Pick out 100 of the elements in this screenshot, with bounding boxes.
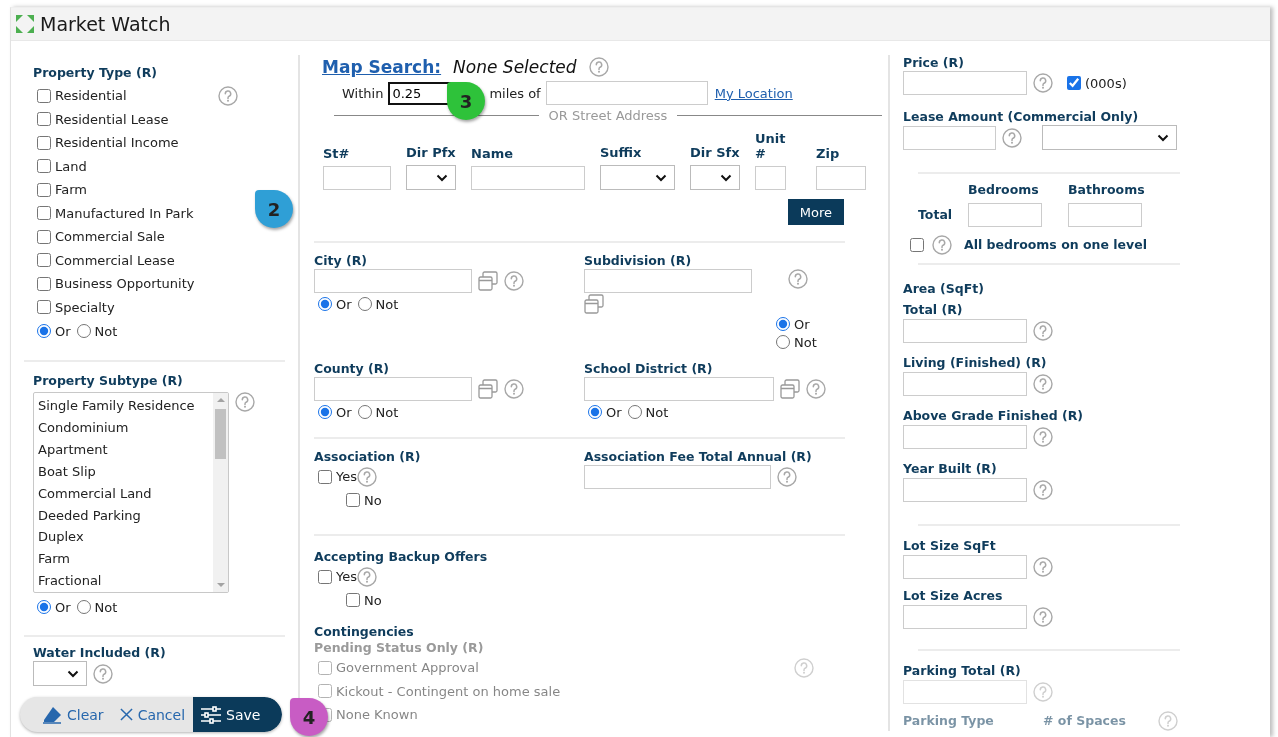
text-field[interactable] xyxy=(903,478,1027,502)
map-search-link[interactable]: Map Search: xyxy=(322,57,442,77)
radio-button[interactable] xyxy=(627,405,642,419)
help-icon[interactable] xyxy=(1033,374,1053,394)
checkbox[interactable] xyxy=(318,569,332,584)
list-item[interactable]: Single Family Residence xyxy=(34,395,213,417)
checkbox[interactable] xyxy=(318,469,332,484)
checkbox[interactable] xyxy=(37,206,51,221)
text-field[interactable] xyxy=(323,166,391,190)
checkbox[interactable] xyxy=(910,238,924,252)
checkbox[interactable] xyxy=(37,276,51,291)
dropdown[interactable] xyxy=(690,165,740,190)
save-button[interactable]: Save xyxy=(193,697,283,732)
checkbox[interactable] xyxy=(346,493,360,508)
help-icon[interactable] xyxy=(1033,557,1053,577)
radio-button[interactable] xyxy=(776,317,790,331)
checkbox[interactable] xyxy=(346,593,360,608)
text-field[interactable] xyxy=(584,465,771,489)
text-field[interactable] xyxy=(545,81,708,105)
help-icon[interactable] xyxy=(93,663,113,684)
help-icon[interactable] xyxy=(1158,711,1178,731)
text-field[interactable] xyxy=(314,269,472,293)
field-label: Unit # xyxy=(755,131,786,161)
checkbox[interactable] xyxy=(37,135,51,150)
list-item[interactable]: Duplex xyxy=(34,526,213,549)
help-icon[interactable] xyxy=(1033,480,1053,500)
radio-button[interactable] xyxy=(588,405,602,419)
help-icon[interactable] xyxy=(794,657,814,678)
help-icon[interactable] xyxy=(218,85,238,106)
field-label: Price (R) xyxy=(903,55,965,71)
help-icon[interactable] xyxy=(357,566,377,587)
dropdown[interactable] xyxy=(406,165,456,190)
radio-button[interactable] xyxy=(76,600,91,614)
help-icon[interactable] xyxy=(806,379,826,399)
help-icon[interactable] xyxy=(357,466,377,487)
text-field[interactable] xyxy=(903,319,1027,343)
help-icon[interactable] xyxy=(588,57,609,77)
help-icon[interactable] xyxy=(777,467,797,487)
checkbox[interactable] xyxy=(37,112,51,127)
clear-button[interactable]: Clear xyxy=(20,697,112,732)
text-field[interactable] xyxy=(903,71,1027,95)
text-field[interactable] xyxy=(584,377,774,401)
checkbox[interactable] xyxy=(318,660,332,675)
text-field[interactable] xyxy=(903,425,1027,449)
help-icon[interactable] xyxy=(1033,427,1053,447)
help-icon[interactable] xyxy=(235,392,255,412)
radio-button[interactable] xyxy=(37,324,51,338)
lookup-icon[interactable] xyxy=(780,379,800,399)
list-box[interactable]: Single Family Residence Condominium Apartment Boat Slip Commercial Land Deeded Parking Duplex Farm Fractional xyxy=(33,392,229,593)
list-item[interactable]: Farm xyxy=(34,548,213,571)
field-label: Association Fee Total Annual (R) xyxy=(584,449,813,465)
radio-button[interactable] xyxy=(37,600,51,614)
text-field[interactable] xyxy=(903,125,996,150)
text-field[interactable] xyxy=(584,269,752,293)
checkbox[interactable] xyxy=(37,253,51,268)
radio-button[interactable] xyxy=(357,297,372,311)
text-field[interactable] xyxy=(903,555,1027,579)
checkbox[interactable] xyxy=(1067,76,1081,90)
help-icon[interactable] xyxy=(932,235,952,255)
text-field[interactable] xyxy=(471,166,585,190)
text-field[interactable] xyxy=(903,680,1027,704)
text-field[interactable] xyxy=(314,377,472,401)
list-item[interactable]: Apartment xyxy=(34,438,213,461)
radio-button[interactable] xyxy=(318,405,332,419)
help-icon[interactable] xyxy=(788,269,808,289)
list-item[interactable]: Commercial Land xyxy=(34,482,213,505)
text-field[interactable] xyxy=(755,166,786,190)
checkbox[interactable] xyxy=(37,182,51,197)
lookup-icon[interactable] xyxy=(478,271,498,291)
checkbox[interactable] xyxy=(318,684,332,699)
help-icon[interactable] xyxy=(504,271,524,291)
lookup-icon[interactable] xyxy=(584,294,604,314)
list-item[interactable]: Deeded Parking xyxy=(34,504,213,527)
my-location-link[interactable]: My Location xyxy=(714,85,793,101)
list-item[interactable]: Fractional xyxy=(34,570,213,592)
radio-button[interactable] xyxy=(318,297,332,311)
cancel-button[interactable]: Cancel xyxy=(111,697,194,732)
text-field[interactable] xyxy=(903,372,1027,396)
help-icon[interactable] xyxy=(1033,73,1053,93)
radio-button[interactable] xyxy=(76,324,91,338)
list-item[interactable]: Condominium xyxy=(34,416,213,439)
help-icon[interactable] xyxy=(1002,127,1022,148)
more-button[interactable]: More xyxy=(787,199,844,225)
radio-button[interactable] xyxy=(357,405,372,419)
help-icon[interactable] xyxy=(1033,607,1053,627)
scrollbar[interactable] xyxy=(213,393,228,592)
text-field[interactable] xyxy=(903,605,1027,629)
checkbox[interactable] xyxy=(37,88,51,103)
checkbox[interactable] xyxy=(37,229,51,244)
help-icon[interactable] xyxy=(1033,321,1053,341)
radio-button[interactable] xyxy=(776,335,790,349)
text-field[interactable] xyxy=(968,203,1042,227)
checkbox[interactable] xyxy=(37,159,51,174)
text-field[interactable] xyxy=(1068,203,1142,227)
lookup-icon[interactable] xyxy=(478,379,498,399)
checkbox[interactable] xyxy=(37,300,51,315)
list-item[interactable]: Boat Slip xyxy=(34,460,213,483)
text-field[interactable] xyxy=(816,166,866,190)
help-icon[interactable] xyxy=(1033,682,1053,702)
help-icon[interactable] xyxy=(504,379,524,399)
